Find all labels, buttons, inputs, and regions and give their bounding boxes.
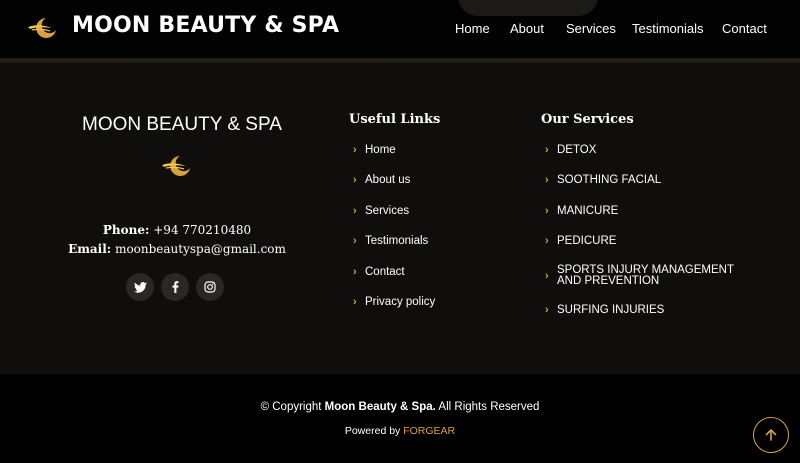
twitter-button[interactable]: [126, 273, 154, 301]
footer-link-services[interactable]: Services: [365, 205, 409, 217]
chevron-right-icon: ›: [353, 266, 357, 278]
service-pedicure[interactable]: PEDICURE: [557, 235, 616, 247]
chevron-right-icon: ›: [545, 270, 549, 282]
chevron-right-icon: ›: [353, 144, 357, 156]
copyright-suffix: All Rights Reserved: [438, 401, 540, 413]
chevron-right-icon: ›: [545, 235, 549, 247]
moon-logo-icon: [162, 156, 190, 176]
service-surfing-injuries[interactable]: SURFING INJURIES: [557, 304, 664, 316]
email-value[interactable]: moonbeautyspa@gmail.com: [115, 242, 286, 256]
contact-phone: Phone: +94 770210480: [0, 223, 354, 237]
services-title: Our Services: [541, 112, 634, 127]
email-label: Email:: [68, 242, 112, 256]
facebook-button[interactable]: [161, 273, 189, 301]
phone-label: Phone:: [102, 223, 150, 237]
instagram-button[interactable]: [196, 273, 224, 301]
copyright-company: Moon Beauty & Spa.: [324, 401, 436, 413]
chevron-right-icon: ›: [353, 296, 357, 308]
footer-link-home[interactable]: Home: [365, 144, 396, 156]
instagram-icon: [204, 281, 216, 293]
chevron-right-icon: ›: [353, 174, 357, 186]
footer-link-contact[interactable]: Contact: [365, 266, 405, 278]
powered-prefix: Powered by: [344, 425, 401, 437]
copyright-prefix: © Copyright: [260, 401, 322, 413]
footer-brand: MOON BEAUTY & SPA: [82, 114, 282, 135]
chevron-right-icon: ›: [545, 144, 549, 156]
powered-by: Powered by FORGEAR: [0, 425, 800, 437]
site-header: MOON BEAUTY & SPA Home About Services Te…: [0, 0, 800, 58]
service-soothing-facial[interactable]: SOOTHING FACIAL: [557, 174, 661, 186]
arrow-up-icon: [765, 429, 777, 441]
footer-link-about[interactable]: About us: [365, 174, 410, 186]
brand-name[interactable]: MOON BEAUTY & SPA: [72, 13, 339, 38]
service-sports-injury[interactable]: SPORTS INJURY MANAGEMENT AND PREVENTION: [557, 264, 757, 287]
useful-links-title: Useful Links: [349, 112, 441, 127]
contact-email: Email: moonbeautyspa@gmail.com: [0, 242, 354, 256]
moon-logo-icon[interactable]: [26, 15, 60, 41]
nav-contact[interactable]: Contact: [722, 21, 767, 36]
footer-main: [0, 63, 800, 374]
nav-home[interactable]: Home: [455, 21, 490, 36]
service-manicure[interactable]: MANICURE: [557, 205, 618, 217]
footer-link-privacy[interactable]: Privacy policy: [365, 296, 435, 308]
twitter-icon: [133, 281, 147, 293]
powered-link[interactable]: FORGEAR: [403, 425, 455, 437]
chevron-right-icon: ›: [353, 205, 357, 217]
back-to-top-button[interactable]: [753, 417, 789, 453]
nav-about[interactable]: About: [510, 21, 544, 36]
phone-value[interactable]: +94 770210480: [153, 223, 251, 237]
chevron-right-icon: ›: [353, 235, 357, 247]
facebook-icon: [172, 281, 178, 293]
footer-bottom: [0, 374, 800, 463]
footer-link-testimonials[interactable]: Testimonials: [365, 235, 428, 247]
nav-services[interactable]: Services: [566, 21, 616, 36]
copyright-text: © Copyright Moon Beauty & Spa. All Right…: [0, 401, 800, 413]
chevron-right-icon: ›: [545, 174, 549, 186]
floating-pill: [458, 0, 598, 16]
service-detox[interactable]: DETOX: [557, 144, 596, 156]
chevron-right-icon: ›: [545, 304, 549, 316]
chevron-right-icon: ›: [545, 205, 549, 217]
nav-testimonials[interactable]: Testimonials: [632, 21, 704, 36]
